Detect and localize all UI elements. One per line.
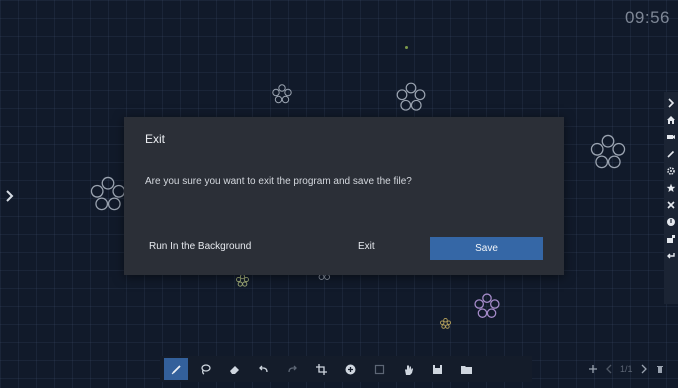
hand-pan-icon[interactable] — [394, 356, 423, 382]
undo-icon[interactable] — [249, 356, 278, 382]
add-page-icon[interactable] — [588, 364, 598, 374]
chevron-right-icon[interactable] — [4, 186, 16, 206]
dialog-title: Exit — [145, 132, 166, 146]
flower-doodle — [272, 84, 292, 104]
redo-icon[interactable] — [278, 356, 307, 382]
settings-icon[interactable] — [664, 162, 678, 179]
dot-doodle — [405, 46, 408, 49]
pen-icon[interactable] — [664, 145, 678, 162]
home-icon[interactable] — [664, 111, 678, 128]
tools-icon[interactable] — [664, 196, 678, 213]
page-navigation: 1/1 — [588, 360, 665, 378]
save-icon[interactable] — [423, 356, 452, 382]
camera-icon[interactable] — [664, 230, 678, 247]
bottom-toolbar — [160, 356, 532, 382]
exit-button[interactable]: Exit — [358, 241, 375, 252]
screen-record-icon[interactable] — [664, 128, 678, 145]
flower-doodle — [440, 318, 451, 329]
clock: 09:56 — [624, 8, 670, 27]
exit-return-icon[interactable] — [664, 247, 678, 264]
folder-icon[interactable] — [452, 356, 481, 382]
save-button[interactable]: Save — [430, 237, 543, 260]
delete-page-icon[interactable] — [655, 364, 665, 374]
pen-icon[interactable] — [164, 358, 188, 380]
previous-page-icon[interactable] — [604, 364, 614, 374]
eraser-icon[interactable] — [220, 356, 249, 382]
flower-doodle — [474, 293, 500, 318]
exit-dialog: Exit Are you sure you want to exit the p… — [124, 117, 564, 275]
flower-doodle — [590, 134, 626, 169]
flower-doodle — [90, 176, 126, 211]
page-indicator: 1/1 — [620, 364, 633, 374]
shape-square-icon[interactable] — [365, 356, 394, 382]
collapse-chevron-icon[interactable] — [664, 94, 678, 111]
run-in-background-button[interactable]: Run In the Background — [149, 241, 251, 252]
right-toolbar — [664, 92, 678, 304]
crop-icon[interactable] — [307, 356, 336, 382]
flower-doodle — [236, 274, 249, 287]
flower-doodle — [396, 82, 426, 111]
add-circle-icon[interactable] — [336, 356, 365, 382]
lasso-select-icon[interactable] — [191, 356, 220, 382]
next-page-icon[interactable] — [639, 364, 649, 374]
favorite-star-icon[interactable] — [664, 179, 678, 196]
dialog-message: Are you sure you want to exit the progra… — [145, 176, 412, 187]
info-icon[interactable] — [664, 213, 678, 230]
